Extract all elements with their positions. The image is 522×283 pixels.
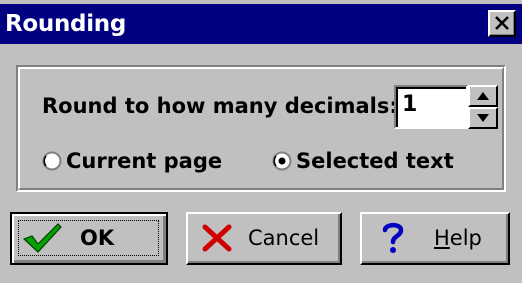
help-button[interactable]: Help: [360, 212, 510, 265]
decimals-spinner: [468, 85, 498, 129]
cancel-button-label: Cancel: [248, 226, 320, 250]
x-icon: [202, 224, 232, 252]
ok-button[interactable]: OK: [10, 212, 168, 265]
decimals-label: Round to how many decimals:: [42, 94, 398, 118]
cancel-button[interactable]: Cancel: [186, 212, 342, 265]
title-bar[interactable]: Rounding: [0, 4, 522, 44]
checkmark-icon: [22, 223, 62, 253]
decimals-input[interactable]: 1: [394, 85, 468, 129]
arrow-down-icon: [477, 114, 489, 122]
ok-button-label: OK: [80, 226, 115, 250]
close-icon: [495, 16, 509, 30]
close-button[interactable]: [488, 10, 516, 37]
spin-up-button[interactable]: [468, 85, 498, 107]
rounding-options-group: Round to how many decimals: 1 Current pa…: [16, 65, 506, 192]
question-mark-icon: [382, 222, 404, 253]
arrow-up-icon: [477, 92, 489, 100]
radio-current-page-label: Current page: [66, 149, 223, 173]
spin-down-button[interactable]: [468, 107, 498, 129]
window-title: Rounding: [5, 11, 127, 37]
radio-selected-text-label: Selected text: [296, 149, 454, 173]
rounding-dialog: Rounding Round to how many decimals: 1 C…: [0, 0, 522, 283]
radio-unselected-icon: [42, 151, 62, 171]
help-button-label: Help: [434, 226, 482, 250]
radio-selected-icon: [272, 151, 292, 171]
